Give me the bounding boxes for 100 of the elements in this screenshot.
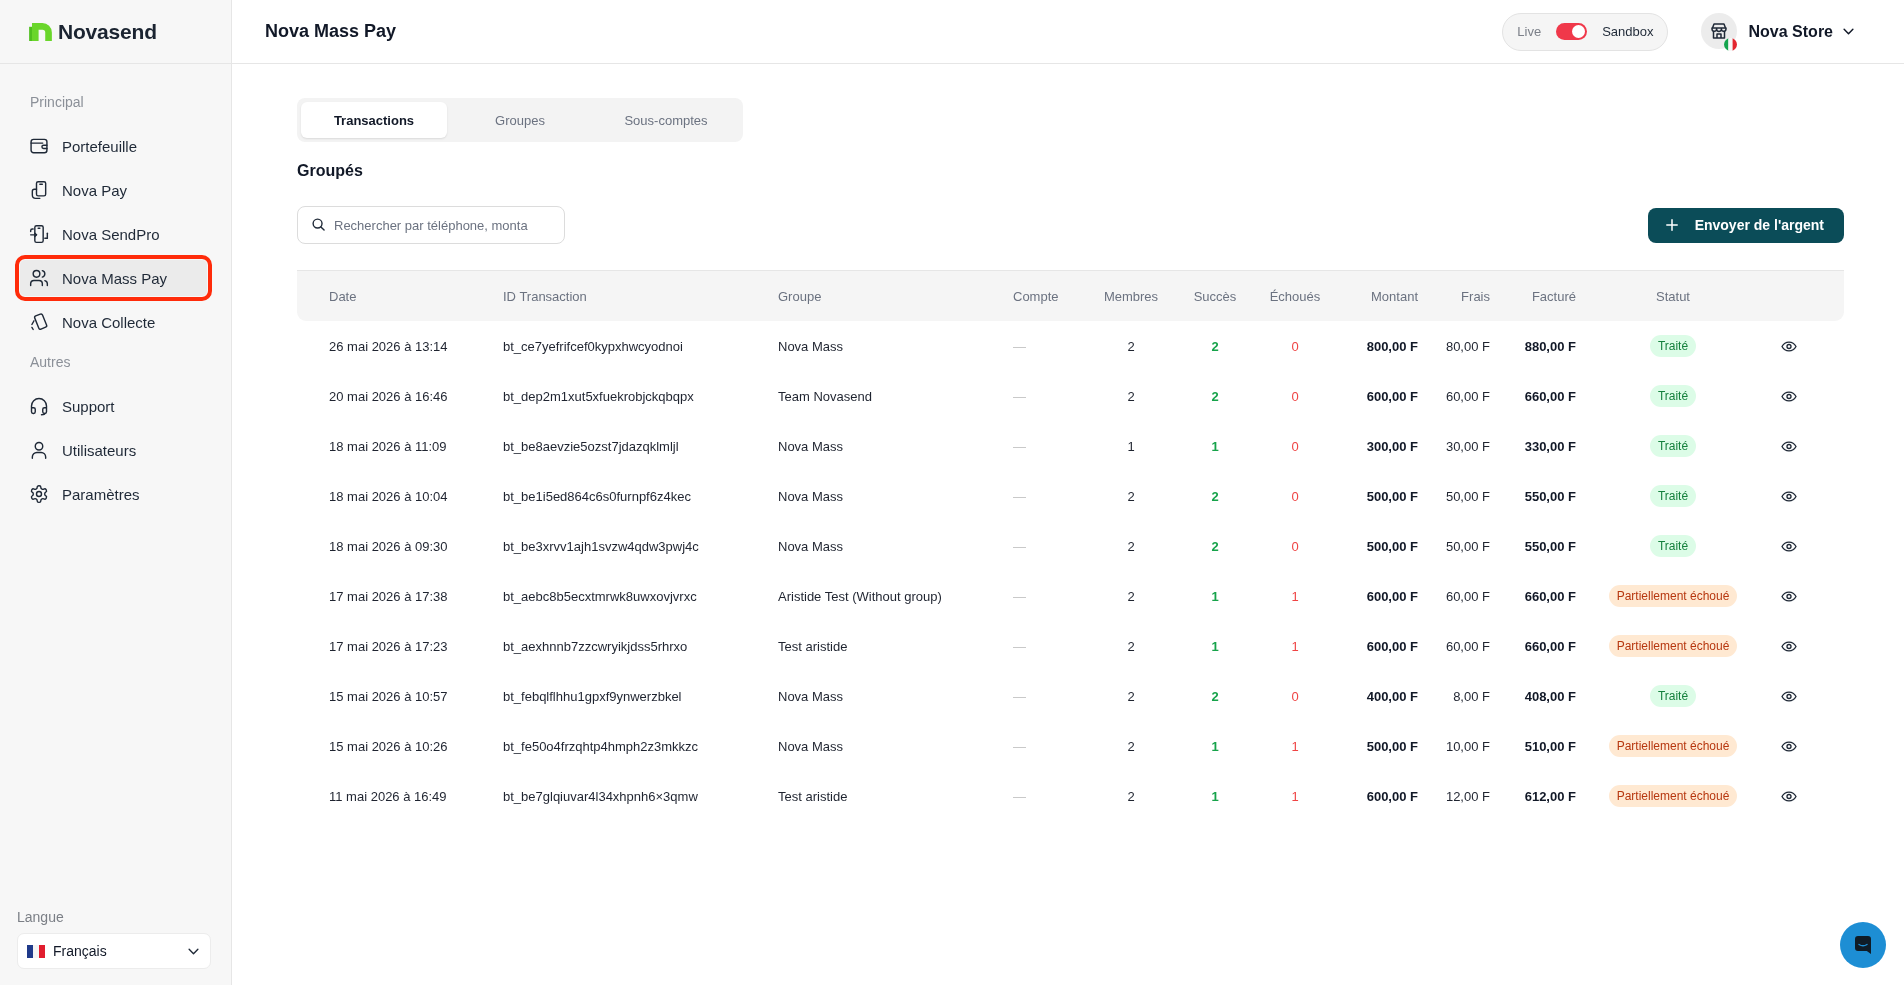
account-value: — xyxy=(1013,338,1026,354)
transaction-date: 20 mai 2026 à 16:46 xyxy=(329,388,448,404)
store-icon xyxy=(1700,12,1737,49)
status-badge: Traité xyxy=(1649,535,1697,557)
eye-icon[interactable] xyxy=(1781,440,1797,452)
success-count: 1 xyxy=(1211,438,1219,454)
section-title: Groupés xyxy=(297,161,363,181)
transaction-date: 26 mai 2026 à 13:14 xyxy=(329,338,448,354)
members-count: 2 xyxy=(1127,738,1135,754)
transaction-date: 18 mai 2026 à 09:30 xyxy=(329,538,448,554)
plus-icon xyxy=(1665,219,1678,231)
column-header: Échoués xyxy=(1269,288,1321,304)
status-badge: Traité xyxy=(1649,435,1697,457)
column-header: Frais xyxy=(1461,288,1490,304)
nav-item[interactable]: Utilisateurs xyxy=(20,432,207,468)
success-count: 1 xyxy=(1211,738,1219,754)
failed-count: 0 xyxy=(1291,538,1299,554)
mode-label: Sandbox xyxy=(1602,24,1654,39)
amount-value: 600,00 F xyxy=(1366,788,1418,804)
group-name: Team Novasend xyxy=(778,388,872,404)
eye-icon[interactable] xyxy=(1781,540,1797,552)
eye-icon[interactable] xyxy=(1781,690,1797,702)
billed-value: 660,00 F xyxy=(1524,588,1576,604)
account-value: — xyxy=(1013,588,1026,604)
send-money-button[interactable]: Envoyer de l'argent xyxy=(1647,207,1844,243)
members-count: 2 xyxy=(1127,588,1135,604)
transaction-id: bt_dep2m1xut5xfuekrobjckqbqpx xyxy=(503,388,694,404)
flag-icon xyxy=(1723,37,1737,51)
eye-icon[interactable] xyxy=(1781,390,1797,402)
search-icon xyxy=(312,218,325,231)
column-header: Compte xyxy=(1013,288,1059,304)
amount-value: 600,00 F xyxy=(1366,588,1418,604)
amount-value: 500,00 F xyxy=(1366,738,1418,754)
failed-count: 1 xyxy=(1291,788,1299,804)
success-count: 2 xyxy=(1211,688,1219,704)
nav-item[interactable]: Paramètres xyxy=(20,476,207,512)
column-header: Groupe xyxy=(778,288,822,304)
account-value: — xyxy=(1013,688,1026,704)
members-count: 1 xyxy=(1127,438,1135,454)
toggle-switch[interactable] xyxy=(1556,23,1588,40)
account-value: — xyxy=(1013,738,1026,754)
group-name: Test aristide xyxy=(778,788,848,804)
tab[interactable]: Sous-comptes xyxy=(593,102,739,138)
eye-icon[interactable] xyxy=(1781,790,1797,802)
flag-icon xyxy=(27,944,45,958)
nav-item[interactable]: Nova Pay xyxy=(20,172,207,208)
members-count: 2 xyxy=(1127,638,1135,654)
account-value: — xyxy=(1013,438,1026,454)
tab[interactable]: Groupes xyxy=(447,102,593,138)
headset-icon xyxy=(29,396,49,416)
eye-icon[interactable] xyxy=(1781,340,1797,352)
group-name: Nova Mass xyxy=(778,688,844,704)
transaction-id: bt_aebc8b5ecxtmrwk8uwxovjvrxc xyxy=(503,588,697,604)
members-count: 2 xyxy=(1127,538,1135,554)
transaction-id: bt_be7glqiuvar4l34xhpnh6×3qmw xyxy=(503,788,698,804)
account-menu[interactable]: Nova Store xyxy=(1700,12,1854,51)
transaction-id: bt_fe50o4frzqhtp4hmph2z3mkkzc xyxy=(503,738,699,754)
tab[interactable]: Transactions xyxy=(301,102,447,138)
tilted-card-icon xyxy=(29,312,49,332)
fee-value: 60,00 F xyxy=(1445,388,1490,404)
group-name: Aristide Test (Without group) xyxy=(778,588,942,604)
nav-item[interactable]: Support xyxy=(20,388,207,424)
eye-icon[interactable] xyxy=(1781,590,1797,602)
group-name: Test aristide xyxy=(778,638,848,654)
eye-icon[interactable] xyxy=(1781,640,1797,652)
wallet-icon xyxy=(29,136,49,156)
failed-count: 0 xyxy=(1291,438,1299,454)
chevron-down-icon xyxy=(1843,28,1854,35)
brand-name: Novasend xyxy=(58,19,157,44)
fee-value: 8,00 F xyxy=(1453,688,1490,704)
success-count: 2 xyxy=(1211,388,1219,404)
failed-count: 1 xyxy=(1291,738,1299,754)
members-count: 2 xyxy=(1127,688,1135,704)
members-count: 2 xyxy=(1127,788,1135,804)
success-count: 1 xyxy=(1211,788,1219,804)
chat-icon[interactable] xyxy=(1840,922,1886,968)
transaction-date: 11 mai 2026 à 16:49 xyxy=(329,788,447,804)
members-count: 2 xyxy=(1127,338,1135,354)
search-field[interactable]: Rechercher par téléphone, monta xyxy=(297,206,565,244)
nav-item[interactable]: Nova SendPro xyxy=(20,216,207,252)
nav-item[interactable]: Nova Collecte xyxy=(20,304,207,340)
members-count: 2 xyxy=(1127,388,1135,404)
failed-count: 0 xyxy=(1291,488,1299,504)
billed-value: 408,00 F xyxy=(1524,688,1576,704)
billed-value: 330,00 F xyxy=(1524,438,1576,454)
account-value: — xyxy=(1013,488,1026,504)
nav-item[interactable]: Portefeuille xyxy=(20,128,207,164)
transaction-id: bt_be1i5ed864c6s0furnpf6z4kec xyxy=(503,488,691,504)
section-label: Autres xyxy=(30,353,71,372)
column-header: Statut xyxy=(1656,288,1690,304)
field-label: Langue xyxy=(17,908,64,927)
language-select[interactable]: Français xyxy=(17,933,211,969)
fee-value: 10,00 F xyxy=(1445,738,1490,754)
success-count: 2 xyxy=(1211,338,1219,354)
failed-count: 1 xyxy=(1291,638,1299,654)
page-title: Nova Mass Pay xyxy=(265,21,397,42)
eye-icon[interactable] xyxy=(1781,740,1797,752)
amount-value: 400,00 F xyxy=(1366,688,1418,704)
amount-value: 500,00 F xyxy=(1366,538,1418,554)
eye-icon[interactable] xyxy=(1781,490,1797,502)
